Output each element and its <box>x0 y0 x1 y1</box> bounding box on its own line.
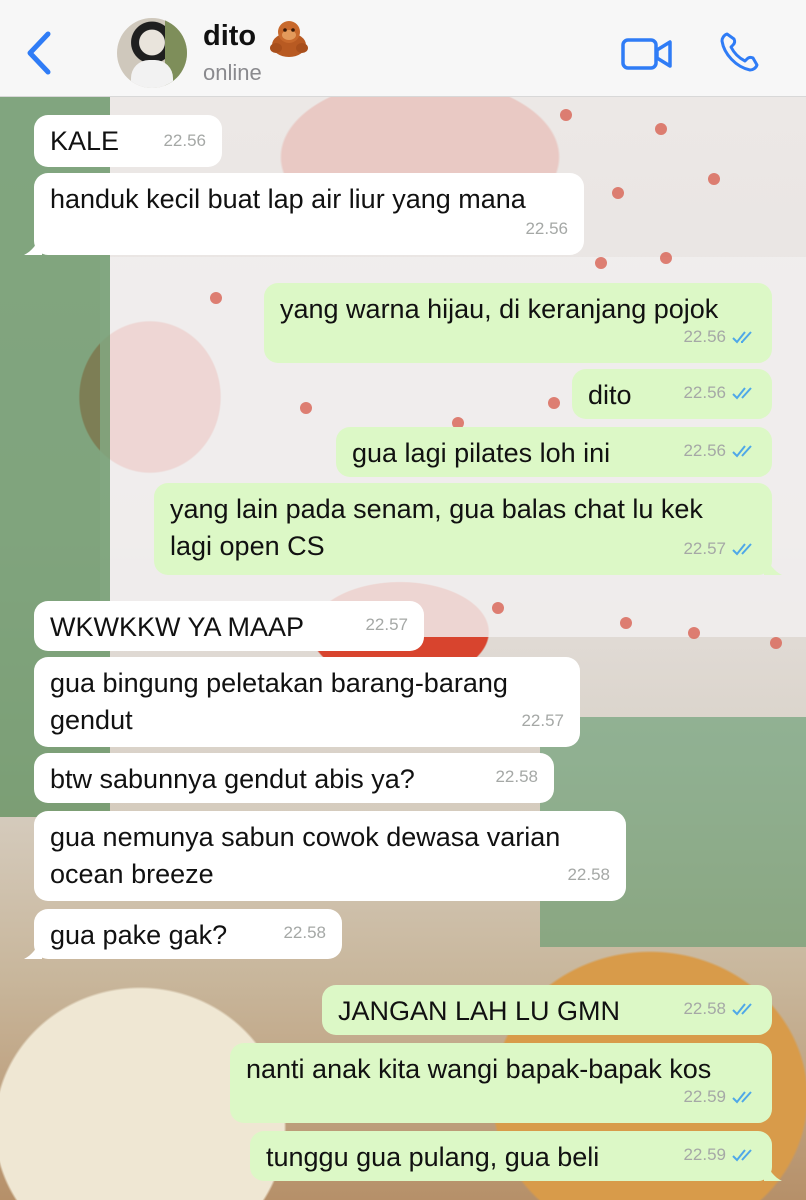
message-time: 22.58 <box>495 767 538 786</box>
double-check-icon <box>732 1090 752 1103</box>
message-text: yang lain pada senam, gua balas chat lu … <box>170 494 703 561</box>
chat-header: dito online <box>0 0 806 97</box>
chat-area[interactable]: KALE 22.56 handuk kecil buat lap air liu… <box>0 97 806 1200</box>
message-bubble-incoming[interactable]: gua pake gak? 22.58 <box>24 909 342 959</box>
message-time: 22.56 <box>525 219 568 238</box>
message-bubble-outgoing[interactable]: dito 22.56 <box>572 369 772 419</box>
bubble-tail <box>24 235 42 255</box>
bubble-tail <box>764 1161 782 1181</box>
back-button[interactable] <box>22 30 58 76</box>
message-time: 22.59 <box>683 1145 726 1164</box>
message-text: gua bingung peletakan barang-barang gend… <box>50 668 508 735</box>
double-check-icon <box>732 330 752 343</box>
double-check-icon <box>732 542 752 555</box>
message-time: 22.58 <box>683 999 726 1018</box>
contact-status: online <box>203 60 262 85</box>
video-camera-icon <box>621 38 672 70</box>
video-call-button[interactable] <box>620 34 674 74</box>
message-bubble-incoming[interactable]: gua bingung peletakan barang-barang gend… <box>34 657 580 747</box>
message-time: 22.57 <box>521 711 564 730</box>
message-bubble-incoming[interactable]: btw sabunnya gendut abis ya? 22.58 <box>34 753 554 803</box>
double-check-icon <box>732 444 752 457</box>
message-bubble-outgoing[interactable]: yang lain pada senam, gua balas chat lu … <box>154 483 782 575</box>
double-check-icon <box>732 386 752 399</box>
message-bubble-incoming[interactable]: KALE 22.56 <box>34 115 222 167</box>
message-bubble-incoming[interactable]: handuk kecil buat lap air liur yang mana… <box>24 173 584 255</box>
bubble-tail <box>764 555 782 575</box>
message-time: 22.59 <box>683 1087 726 1106</box>
message-bubble-outgoing[interactable]: nanti anak kita wangi bapak-bapak kos 22… <box>230 1043 772 1123</box>
orangutan-emoji-icon <box>268 18 310 58</box>
message-text: gua nemunya sabun cowok dewasa varian oc… <box>50 822 561 889</box>
message-time: 22.56 <box>683 383 726 402</box>
message-time: 22.56 <box>163 131 206 150</box>
message-text: nanti anak kita wangi bapak-bapak kos <box>246 1054 712 1084</box>
contact-name[interactable]: dito <box>203 20 256 53</box>
message-bubble-outgoing[interactable]: gua lagi pilates loh ini 22.56 <box>336 427 772 477</box>
message-bubble-incoming[interactable]: gua nemunya sabun cowok dewasa varian oc… <box>34 811 626 901</box>
message-bubble-outgoing[interactable]: JANGAN LAH LU GMN 22.58 <box>322 985 772 1035</box>
avatar[interactable] <box>117 18 187 88</box>
bubble-tail <box>24 939 42 959</box>
double-check-icon <box>732 1148 752 1161</box>
message-time: 22.56 <box>683 441 726 460</box>
message-time: 22.58 <box>283 923 326 942</box>
double-check-icon <box>732 1002 752 1015</box>
message-text: WKWKKW YA MAAP <box>50 612 305 642</box>
message-bubble-incoming[interactable]: WKWKKW YA MAAP 22.57 <box>34 601 424 651</box>
voice-call-button[interactable] <box>718 30 762 74</box>
message-bubble-outgoing[interactable]: tunggu gua pulang, gua beli 22.59 <box>250 1131 782 1181</box>
phone-icon <box>720 32 759 72</box>
message-time: 22.57 <box>683 539 726 558</box>
message-bubble-outgoing[interactable]: yang warna hijau, di keranjang pojok 22.… <box>264 283 772 363</box>
message-text: handuk kecil buat lap air liur yang mana <box>50 184 526 214</box>
message-time: 22.58 <box>567 865 610 884</box>
message-time: 22.57 <box>365 615 408 634</box>
message-text: btw sabunnya gendut abis ya? <box>50 764 415 794</box>
chevron-left-icon <box>27 31 51 75</box>
message-time: 22.56 <box>683 327 726 346</box>
